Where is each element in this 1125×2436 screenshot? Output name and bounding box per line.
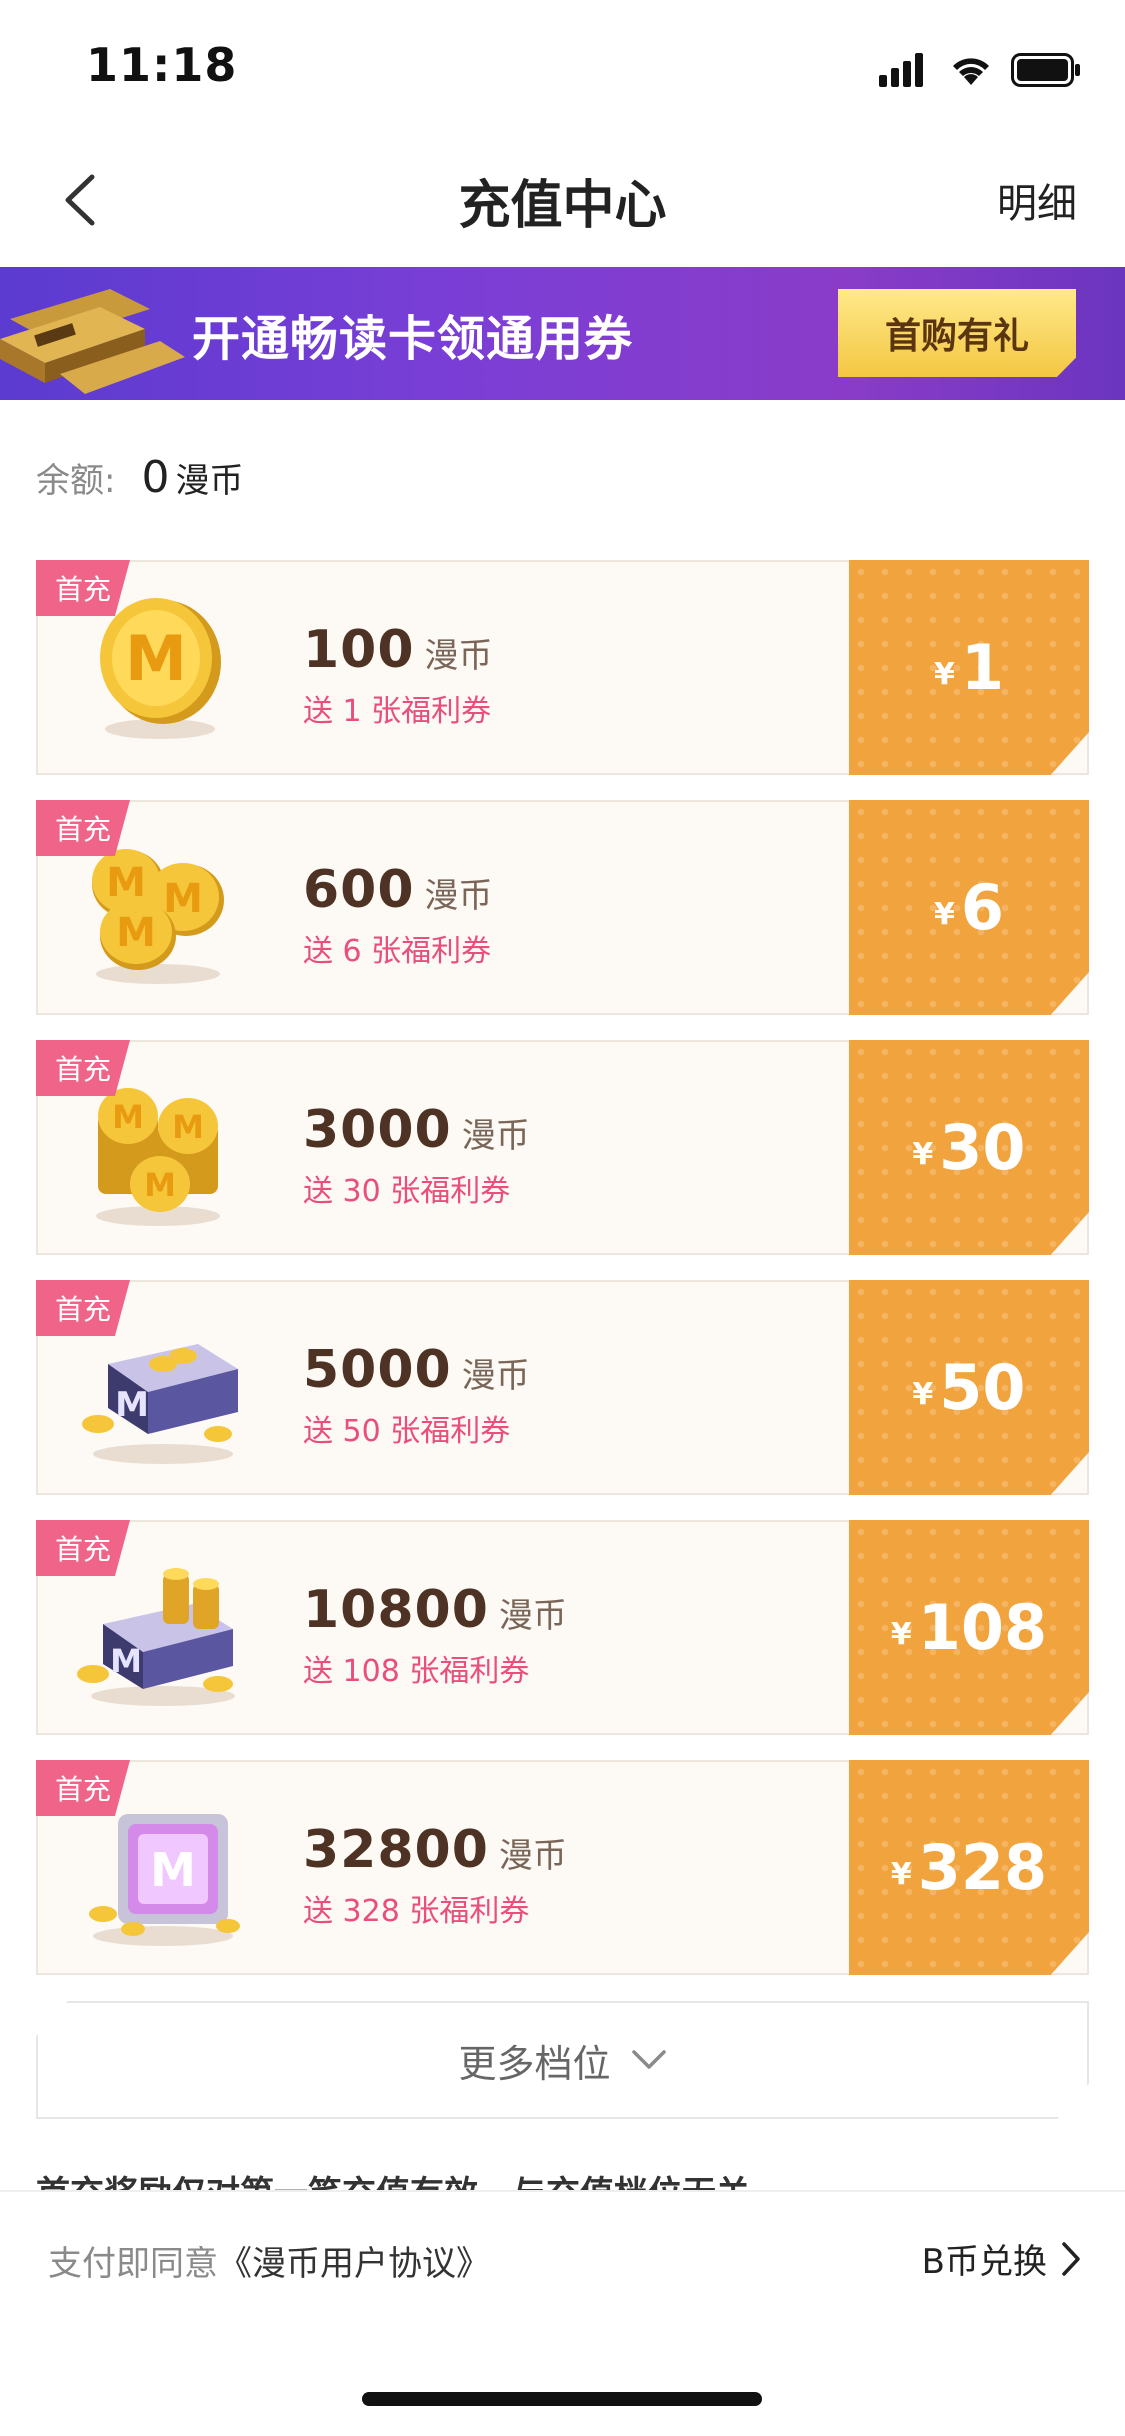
tier-price-button[interactable]: ¥ 50	[849, 1280, 1089, 1495]
tier-price: 1	[960, 631, 1004, 704]
tier-amount: 32800 漫币	[303, 1820, 567, 1880]
tier-price-button[interactable]: ¥ 328	[849, 1760, 1089, 1975]
status-bar: 11:18	[0, 0, 1125, 135]
tier-unit: 漫币	[461, 1356, 530, 1396]
agreement-prefix: 支付即同意	[48, 2244, 218, 2284]
bcoin-exchange-button[interactable]: B币兑换	[922, 2234, 1081, 2283]
tier-amount: 10800 漫币	[303, 1580, 567, 1640]
bcoin-exchange-label: B币兑换	[921, 2242, 1047, 2282]
recharge-tier[interactable]: M 首充 100 漫币 送 1 张福利券 ¥ 1	[36, 560, 1089, 775]
tier-gift: 送 50 张福利券	[303, 1414, 511, 1449]
tier-coins: 100	[303, 620, 415, 680]
svg-text:M: M	[150, 1843, 196, 1897]
svg-text:M: M	[115, 1385, 149, 1425]
first-charge-badge: 首充	[36, 1760, 130, 1816]
tier-price: 50	[939, 1351, 1026, 1424]
tier-gift: 送 328 张福利券	[303, 1894, 530, 1929]
first-charge-badge: 首充	[36, 800, 130, 856]
tier-unit: 漫币	[424, 876, 493, 916]
tier-amount: 100 漫币	[303, 620, 493, 680]
svg-text:M: M	[116, 910, 156, 956]
tier-coins: 32800	[303, 1820, 489, 1880]
first-charge-badge: 首充	[36, 560, 130, 616]
user-agreement-link[interactable]: 《漫币用户协议》	[218, 2244, 490, 2284]
tier-gift: 送 1 张福利券	[303, 694, 492, 729]
tier-unit: 漫币	[424, 636, 493, 676]
signal-icon	[879, 53, 923, 87]
tier-unit: 漫币	[461, 1116, 530, 1156]
currency-symbol: ¥	[933, 657, 955, 692]
promo-banner[interactable]: 开通畅读卡领通用券 首购有礼	[0, 267, 1125, 400]
first-purchase-gift-button[interactable]: 首购有礼	[838, 289, 1076, 377]
tier-coins: 5000	[303, 1340, 452, 1400]
svg-text:M: M	[125, 622, 187, 695]
tier-price: 6	[960, 871, 1004, 944]
tier-price-button[interactable]: ¥ 30	[849, 1040, 1089, 1255]
currency-symbol: ¥	[933, 897, 955, 932]
tier-gift: 送 108 张福利券	[303, 1654, 530, 1689]
battery-icon	[1011, 53, 1080, 87]
nav-bar: 充值中心 明细	[0, 135, 1125, 267]
agreement-text: 支付即同意《漫币用户协议》	[48, 2236, 490, 2285]
recharge-tier[interactable]: M M M 首充 600 漫币 送 6 张福利券 ¥ 6	[36, 800, 1089, 1015]
tier-gift: 送 30 张福利券	[303, 1174, 511, 1209]
recharge-tier[interactable]: M 首充 5000 漫币 送 50 张福利券 ¥ 50	[36, 1280, 1089, 1495]
first-charge-badge: 首充	[36, 1280, 130, 1336]
tier-price: 328	[917, 1831, 1048, 1904]
svg-text:M: M	[112, 1098, 144, 1136]
tier-price-button[interactable]: ¥ 108	[849, 1520, 1089, 1735]
more-tiers-label: 更多档位	[458, 2041, 611, 2086]
more-tiers-button[interactable]: 更多档位	[36, 2001, 1089, 2119]
recharge-tier[interactable]: M M M 首充 3000 漫币 送 30 张福利券 ¥ 30	[36, 1040, 1089, 1255]
recharge-tier[interactable]: M 首充 32800 漫币 送 328 张福利券 ¥ 328	[36, 1760, 1089, 1975]
currency-symbol: ¥	[912, 1377, 934, 1412]
svg-text:M: M	[172, 1108, 204, 1146]
status-time: 11:18	[86, 38, 238, 92]
status-icons	[879, 50, 1081, 90]
wifi-icon	[953, 58, 989, 85]
balance-row: 余额: 0 漫币	[36, 452, 243, 503]
tier-coins: 3000	[303, 1100, 452, 1160]
currency-symbol: ¥	[912, 1137, 934, 1172]
tier-price-button[interactable]: ¥ 6	[849, 800, 1089, 1015]
tier-amount: 3000 漫币	[303, 1100, 530, 1160]
balance-value: 0	[141, 452, 170, 503]
balance-unit: 漫币	[175, 461, 244, 501]
chevron-down-icon	[631, 2050, 666, 2069]
balance-label: 余额:	[36, 461, 116, 501]
tier-price: 30	[939, 1111, 1026, 1184]
page-title: 充值中心	[458, 176, 667, 236]
tier-gift: 送 6 张福利券	[303, 934, 492, 969]
detail-link[interactable]: 明细	[997, 171, 1077, 229]
svg-text:M: M	[144, 1166, 176, 1204]
currency-symbol: ¥	[890, 1857, 912, 1892]
home-indicator	[362, 2392, 762, 2406]
svg-text:M: M	[110, 1642, 142, 1680]
first-charge-notice: 首充奖励仅对第一笔充值有效，与充值档位无关	[36, 2166, 1089, 2190]
svg-text:M: M	[106, 860, 146, 906]
first-charge-badge: 首充	[36, 1040, 130, 1096]
chevron-right-icon	[1062, 2241, 1080, 2276]
tier-amount: 5000 漫币	[303, 1340, 530, 1400]
tier-coins: 600	[303, 860, 415, 920]
currency-symbol: ¥	[890, 1617, 912, 1652]
tier-unit: 漫币	[498, 1836, 567, 1876]
banner-text: 开通畅读卡领通用券	[192, 311, 634, 367]
card-stack-icon	[0, 289, 185, 394]
recharge-tier[interactable]: M 首充 10800 漫币 送 108 张福利券 ¥ 108	[36, 1520, 1089, 1735]
tier-unit: 漫币	[498, 1596, 567, 1636]
tier-amount: 600 漫币	[303, 860, 493, 920]
first-charge-badge: 首充	[36, 1520, 130, 1576]
tier-price: 108	[917, 1591, 1048, 1664]
svg-text:M: M	[163, 876, 203, 922]
tier-price-button[interactable]: ¥ 1	[849, 560, 1089, 775]
tier-coins: 10800	[303, 1580, 489, 1640]
